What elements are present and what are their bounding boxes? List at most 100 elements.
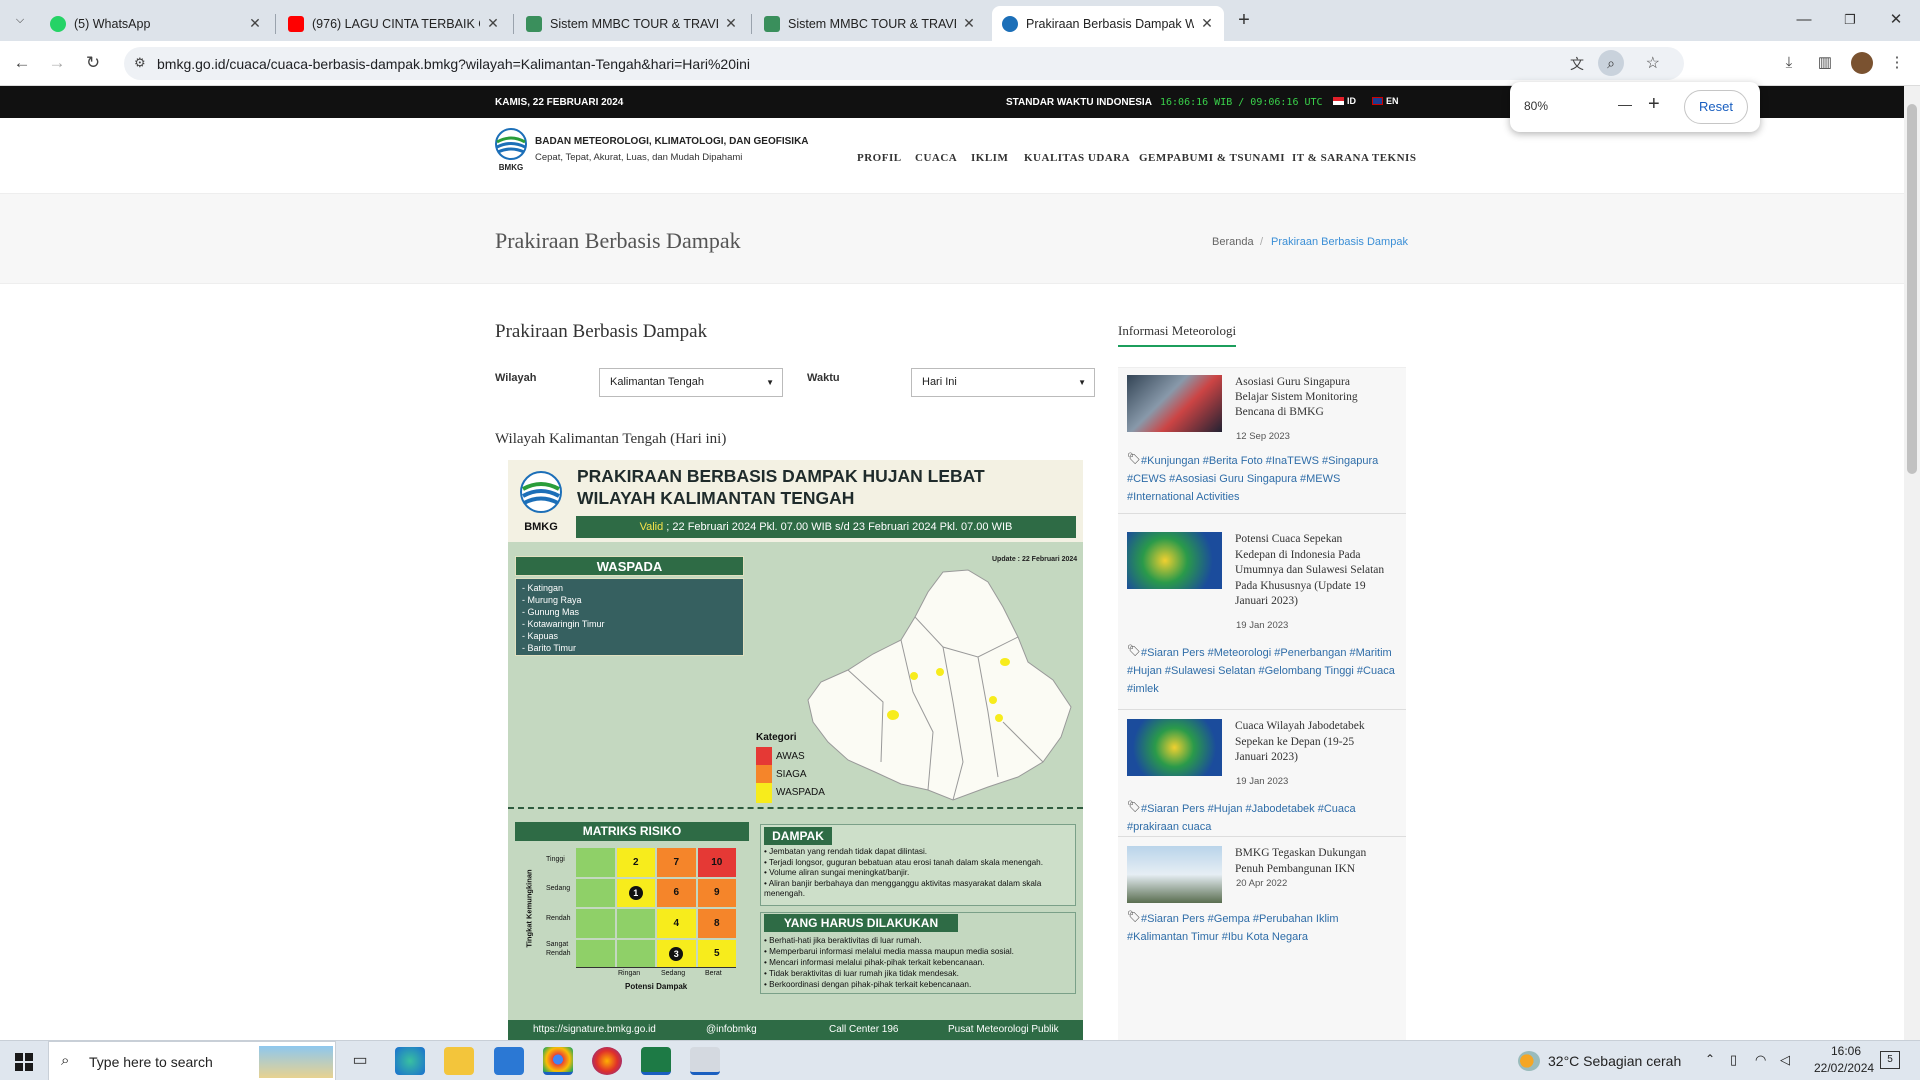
wifi-icon[interactable]: ◠	[1755, 1052, 1766, 1068]
list-item[interactable]: Asosiasi Guru Singapura Belajar Sistem M…	[1118, 368, 1406, 514]
zoom-out-button[interactable]: —	[1618, 96, 1632, 112]
scroll-thumb[interactable]	[1907, 104, 1917, 474]
waktu-select[interactable]: Hari Ini ▼	[911, 368, 1095, 397]
close-icon[interactable]: ✕	[962, 15, 976, 32]
site-info-icon[interactable]: ⚙	[134, 55, 146, 71]
clock-time[interactable]: 16:06	[1831, 1044, 1861, 1058]
device-icon[interactable]: ▯	[1730, 1052, 1737, 1068]
youtube-icon	[288, 15, 304, 32]
bmkg-logo-icon[interactable]: BMKG	[494, 128, 528, 172]
nav-kualitas-udara[interactable]: KUALITAS UDARA	[1024, 152, 1130, 164]
matrix-cell: 10	[697, 848, 736, 877]
list-item[interactable]: Cuaca Wilayah Jabodetabek Sepekan ke Dep…	[1118, 711, 1406, 837]
window-close-icon[interactable]: ✕	[1876, 8, 1916, 32]
new-tab-icon[interactable]: +	[1224, 8, 1264, 32]
news-thumbnail[interactable]	[1127, 846, 1222, 903]
y-axis-label: Tingkat Kemungkinan	[524, 869, 534, 948]
close-icon[interactable]: ✕	[724, 15, 738, 32]
windows-start-icon[interactable]	[15, 1053, 33, 1071]
tab-bmkg[interactable]: Prakiraan Berbasis Dampak Wi ✕	[992, 6, 1224, 41]
url-text[interactable]: bmkg.go.id/cuaca/cuaca-berbasis-dampak.b…	[157, 56, 750, 72]
chrome-icon[interactable]	[543, 1047, 573, 1075]
news-thumbnail[interactable]	[1127, 532, 1222, 589]
file-explorer-icon[interactable]	[444, 1047, 474, 1075]
news-tags[interactable]: #Siaran Pers #Gempa #Perubahan Iklim #Ka…	[1127, 910, 1397, 946]
forward-icon[interactable]: →	[45, 51, 69, 75]
nav-it-sarana[interactable]: IT & SARANA TEKNIS	[1292, 152, 1416, 164]
news-tags[interactable]: #Kunjungan #Berita Foto #InaTEWS #Singap…	[1127, 452, 1397, 506]
list-item[interactable]: Potensi Cuaca Sepekan Kedepan di Indones…	[1118, 524, 1406, 710]
nav-gempabumi[interactable]: GEMPABUMI & TSUNAMI	[1139, 152, 1285, 164]
clock-date[interactable]: 22/02/2024	[1814, 1061, 1874, 1075]
mail-icon[interactable]	[494, 1047, 524, 1075]
reload-icon[interactable]: ↻	[81, 51, 105, 75]
news-title[interactable]: BMKG Tegaskan Dukungan Penuh Pembangunan…	[1235, 846, 1390, 877]
news-title[interactable]: Cuaca Wilayah Jabodetabek Sepekan ke Dep…	[1235, 719, 1390, 766]
tab-mmbc-2[interactable]: Sistem MMBC TOUR & TRAVEL ✕	[754, 6, 986, 41]
chevron-up-icon[interactable]: ⌃	[1705, 1052, 1715, 1066]
tab-strip: ⌵ (5) WhatsApp ✕ (976) LAGU CINTA TERBAI…	[0, 0, 1920, 41]
news-title[interactable]: Asosiasi Guru Singapura Belajar Sistem M…	[1235, 375, 1385, 420]
yhd-list: • Berhati-hati jika beraktivitas di luar…	[764, 936, 1014, 989]
breadcrumb-home[interactable]: Beranda	[1212, 236, 1254, 248]
restore-icon[interactable]: ❐	[1830, 8, 1870, 32]
sidebar: Informasi Meteorologi	[1118, 322, 1406, 347]
volume-icon[interactable]: ◁	[1780, 1052, 1790, 1068]
task-view-icon[interactable]: ▭	[345, 1047, 375, 1075]
whatsapp-icon	[50, 15, 66, 32]
zoom-popup: 80% — + Reset	[1510, 82, 1760, 132]
news-tags[interactable]: #Siaran Pers #Hujan #Jabodetabek #Cuaca …	[1127, 800, 1397, 836]
translate-icon[interactable]: 文	[1570, 54, 1584, 74]
waspada-marker	[887, 710, 899, 720]
tab-mmbc-1[interactable]: Sistem MMBC TOUR & TRAVEL ✕	[516, 6, 748, 41]
notification-icon[interactable]: 5	[1880, 1051, 1900, 1069]
tab-youtube[interactable]: (976) LAGU CINTA TERBAIK CA ✕	[278, 6, 510, 41]
edge-icon[interactable]	[395, 1047, 425, 1075]
news-title[interactable]: Potensi Cuaca Sepekan Kedepan di Indones…	[1235, 532, 1385, 610]
zoom-reset-button[interactable]: Reset	[1684, 90, 1748, 124]
minimize-icon[interactable]: —	[1784, 8, 1824, 32]
waspada-title: WASPADA	[515, 556, 744, 576]
tab-search-icon[interactable]: ⌵	[0, 8, 40, 32]
matrix-cell: 4	[657, 909, 696, 938]
nav-cuaca[interactable]: CUACA	[915, 152, 957, 164]
news-tags[interactable]: #Siaran Pers #Meteorologi #Penerbangan #…	[1127, 644, 1397, 698]
caret-down-icon: ▼	[766, 378, 774, 387]
page-scrollbar[interactable]	[1904, 86, 1920, 1040]
bmkg-logo-icon: BMKG	[520, 471, 562, 532]
bookmark-star-icon[interactable]: ☆	[1646, 53, 1660, 73]
lang-id-link[interactable]: ID	[1347, 96, 1356, 106]
weather-text[interactable]: 32°C Sebagian cerah	[1548, 1053, 1681, 1069]
tab-whatsapp[interactable]: (5) WhatsApp ✕	[40, 6, 272, 41]
address-bar[interactable]: ⚙ bmkg.go.id/cuaca/cuaca-berbasis-dampak…	[124, 47, 1684, 80]
close-icon[interactable]: ✕	[248, 15, 262, 32]
waspada-marker	[989, 696, 997, 704]
close-icon[interactable]: ✕	[1200, 15, 1214, 32]
menu-icon[interactable]: ⋮	[1886, 52, 1908, 74]
news-thumbnail[interactable]	[1127, 719, 1222, 776]
search-placeholder: Type here to search	[89, 1054, 213, 1070]
news-thumbnail[interactable]	[1127, 375, 1222, 432]
paint-icon[interactable]	[690, 1047, 720, 1075]
firefox-icon[interactable]	[592, 1047, 622, 1075]
taskbar-search[interactable]: ⌕ Type here to search	[48, 1041, 336, 1080]
wilayah-select[interactable]: Kalimantan Tengah ▼	[599, 368, 783, 397]
zoom-in-button[interactable]: +	[1648, 93, 1660, 116]
wilayah-label: Wilayah	[495, 372, 537, 384]
profile-avatar[interactable]	[1851, 52, 1873, 74]
tab-title: Prakiraan Berbasis Dampak Wi	[1026, 16, 1194, 31]
excel-icon[interactable]	[641, 1047, 671, 1075]
zoom-icon[interactable]: ⌕	[1598, 50, 1624, 76]
side-panel-icon[interactable]: ▥	[1814, 52, 1836, 74]
weather-icon[interactable]	[1518, 1051, 1540, 1071]
nav-iklim[interactable]: IKLIM	[971, 152, 1008, 164]
waspada-marker	[936, 668, 944, 676]
matrix-cell: 8	[697, 909, 736, 938]
download-icon[interactable]: ⤓	[1778, 52, 1800, 74]
nav-profil[interactable]: PROFIL	[857, 152, 902, 164]
back-icon[interactable]: ←	[10, 51, 34, 75]
lang-en-link[interactable]: EN	[1386, 96, 1399, 106]
page-title-bar: Prakiraan Berbasis Dampak Beranda / Prak…	[0, 194, 1904, 284]
close-icon[interactable]: ✕	[486, 15, 500, 32]
list-item[interactable]: BMKG Tegaskan Dukungan Penuh Pembangunan…	[1118, 838, 1406, 958]
